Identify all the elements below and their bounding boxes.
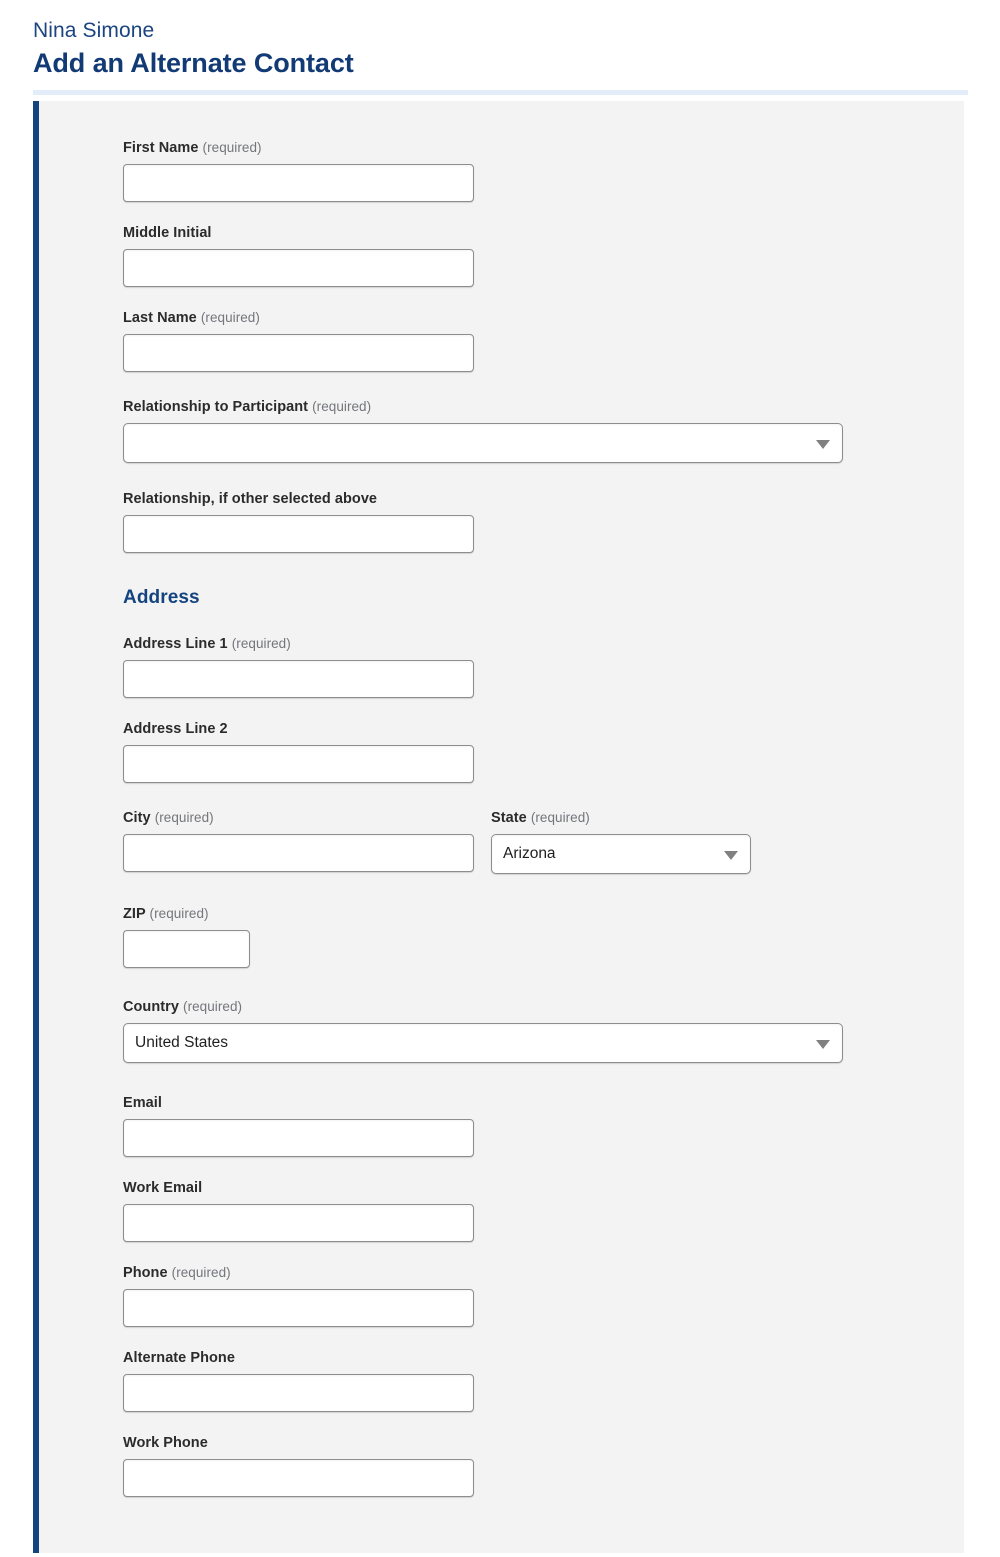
last-name-input[interactable] [123, 334, 474, 372]
label-work-email: Work Email [123, 1179, 964, 1197]
header-divider [33, 90, 968, 95]
label-state: State (required) [491, 809, 751, 827]
country-select-wrapper[interactable]: United States [123, 1023, 843, 1063]
field-work-email: Work Email [123, 1179, 964, 1242]
label-address-line-1-text: Address Line 1 [123, 636, 228, 652]
label-relationship-text: Relationship to Participant [123, 399, 309, 415]
label-phone-text: Phone [123, 1265, 168, 1281]
label-email: Email [123, 1094, 964, 1112]
label-country: Country (required) [123, 998, 964, 1016]
field-first-name: First Name (required) [123, 139, 964, 202]
contact-form-panel: First Name (required) Middle Initial Las… [33, 101, 964, 1553]
phone-input[interactable] [123, 1289, 474, 1327]
add-alternate-contact-page: Nina Simone Add an Alternate Contact Fir… [0, 0, 1000, 1557]
relationship-select[interactable] [123, 423, 843, 463]
label-middle-initial-text: Middle Initial [123, 225, 212, 241]
label-first-name-required: (required) [202, 140, 262, 155]
field-zip: ZIP (required) [123, 905, 964, 968]
label-address-line-1-required: (required) [231, 636, 291, 651]
label-city-text: City [123, 810, 151, 826]
label-country-required: (required) [183, 999, 243, 1014]
label-phone: Phone (required) [123, 1264, 964, 1282]
label-middle-initial: Middle Initial [123, 224, 964, 242]
first-name-input[interactable] [123, 164, 474, 202]
work-phone-input[interactable] [123, 1459, 474, 1497]
city-input[interactable] [123, 834, 474, 872]
label-first-name: First Name (required) [123, 139, 964, 157]
label-zip-text: ZIP [123, 906, 146, 922]
label-work-phone-text: Work Phone [123, 1435, 208, 1451]
label-relationship-other: Relationship, if other selected above [123, 490, 964, 508]
participant-name: Nina Simone [33, 19, 155, 42]
label-alternate-phone: Alternate Phone [123, 1349, 964, 1367]
field-city: City (required) [123, 809, 474, 872]
alternate-phone-input[interactable] [123, 1374, 474, 1412]
email-input[interactable] [123, 1119, 474, 1157]
field-country: Country (required) United States [123, 998, 964, 1068]
field-work-phone: Work Phone [123, 1434, 964, 1497]
field-state: State (required) Arizona [491, 809, 751, 879]
field-address-line-1: Address Line 1 (required) [123, 635, 964, 698]
label-zip: ZIP (required) [123, 905, 964, 923]
field-email: Email [123, 1094, 964, 1157]
form-panel-wrapper: First Name (required) Middle Initial Las… [0, 101, 1000, 1553]
label-last-name-text: Last Name [123, 310, 197, 326]
label-last-name: Last Name (required) [123, 309, 964, 327]
relationship-other-input[interactable] [123, 515, 474, 553]
label-city: City (required) [123, 809, 474, 827]
label-address-line-1: Address Line 1 (required) [123, 635, 964, 653]
relationship-select-wrapper[interactable] [123, 423, 843, 463]
field-last-name: Last Name (required) [123, 309, 964, 372]
country-select[interactable]: United States [123, 1023, 843, 1063]
state-select-wrapper[interactable]: Arizona [491, 834, 751, 874]
label-city-required: (required) [154, 810, 214, 825]
label-state-required: (required) [530, 810, 590, 825]
work-email-input[interactable] [123, 1204, 474, 1242]
address-line-1-input[interactable] [123, 660, 474, 698]
label-last-name-required: (required) [200, 310, 260, 325]
label-address-line-2-text: Address Line 2 [123, 721, 228, 737]
label-email-text: Email [123, 1095, 162, 1111]
section-heading-address: Address [123, 587, 200, 608]
label-relationship: Relationship to Participant (required) [123, 398, 964, 416]
field-alternate-phone: Alternate Phone [123, 1349, 964, 1412]
page-header: Nina Simone Add an Alternate Contact [0, 0, 1000, 80]
zip-input[interactable] [123, 930, 250, 968]
label-relationship-required: (required) [312, 399, 372, 414]
field-relationship-other: Relationship, if other selected above [123, 490, 964, 553]
state-select[interactable]: Arizona [491, 834, 751, 874]
city-state-row: City (required) State (required) Arizona [123, 809, 964, 879]
label-address-line-2: Address Line 2 [123, 720, 964, 738]
page-title: Add an Alternate Contact [33, 48, 354, 78]
label-first-name-text: First Name [123, 140, 199, 156]
label-alternate-phone-text: Alternate Phone [123, 1350, 235, 1366]
field-middle-initial: Middle Initial [123, 224, 964, 287]
label-phone-required: (required) [171, 1265, 231, 1280]
label-zip-required: (required) [149, 906, 209, 921]
label-relationship-other-text: Relationship, if other selected above [123, 491, 378, 507]
address-line-2-input[interactable] [123, 745, 474, 783]
label-state-text: State [491, 810, 527, 826]
middle-initial-input[interactable] [123, 249, 474, 287]
field-address-line-2: Address Line 2 [123, 720, 964, 783]
label-work-email-text: Work Email [123, 1180, 203, 1196]
field-relationship: Relationship to Participant (required) [123, 398, 964, 468]
form-actions: Save Contact Cancel [0, 1553, 1000, 1557]
label-work-phone: Work Phone [123, 1434, 964, 1452]
field-phone: Phone (required) [123, 1264, 964, 1327]
label-country-text: Country [123, 999, 179, 1015]
